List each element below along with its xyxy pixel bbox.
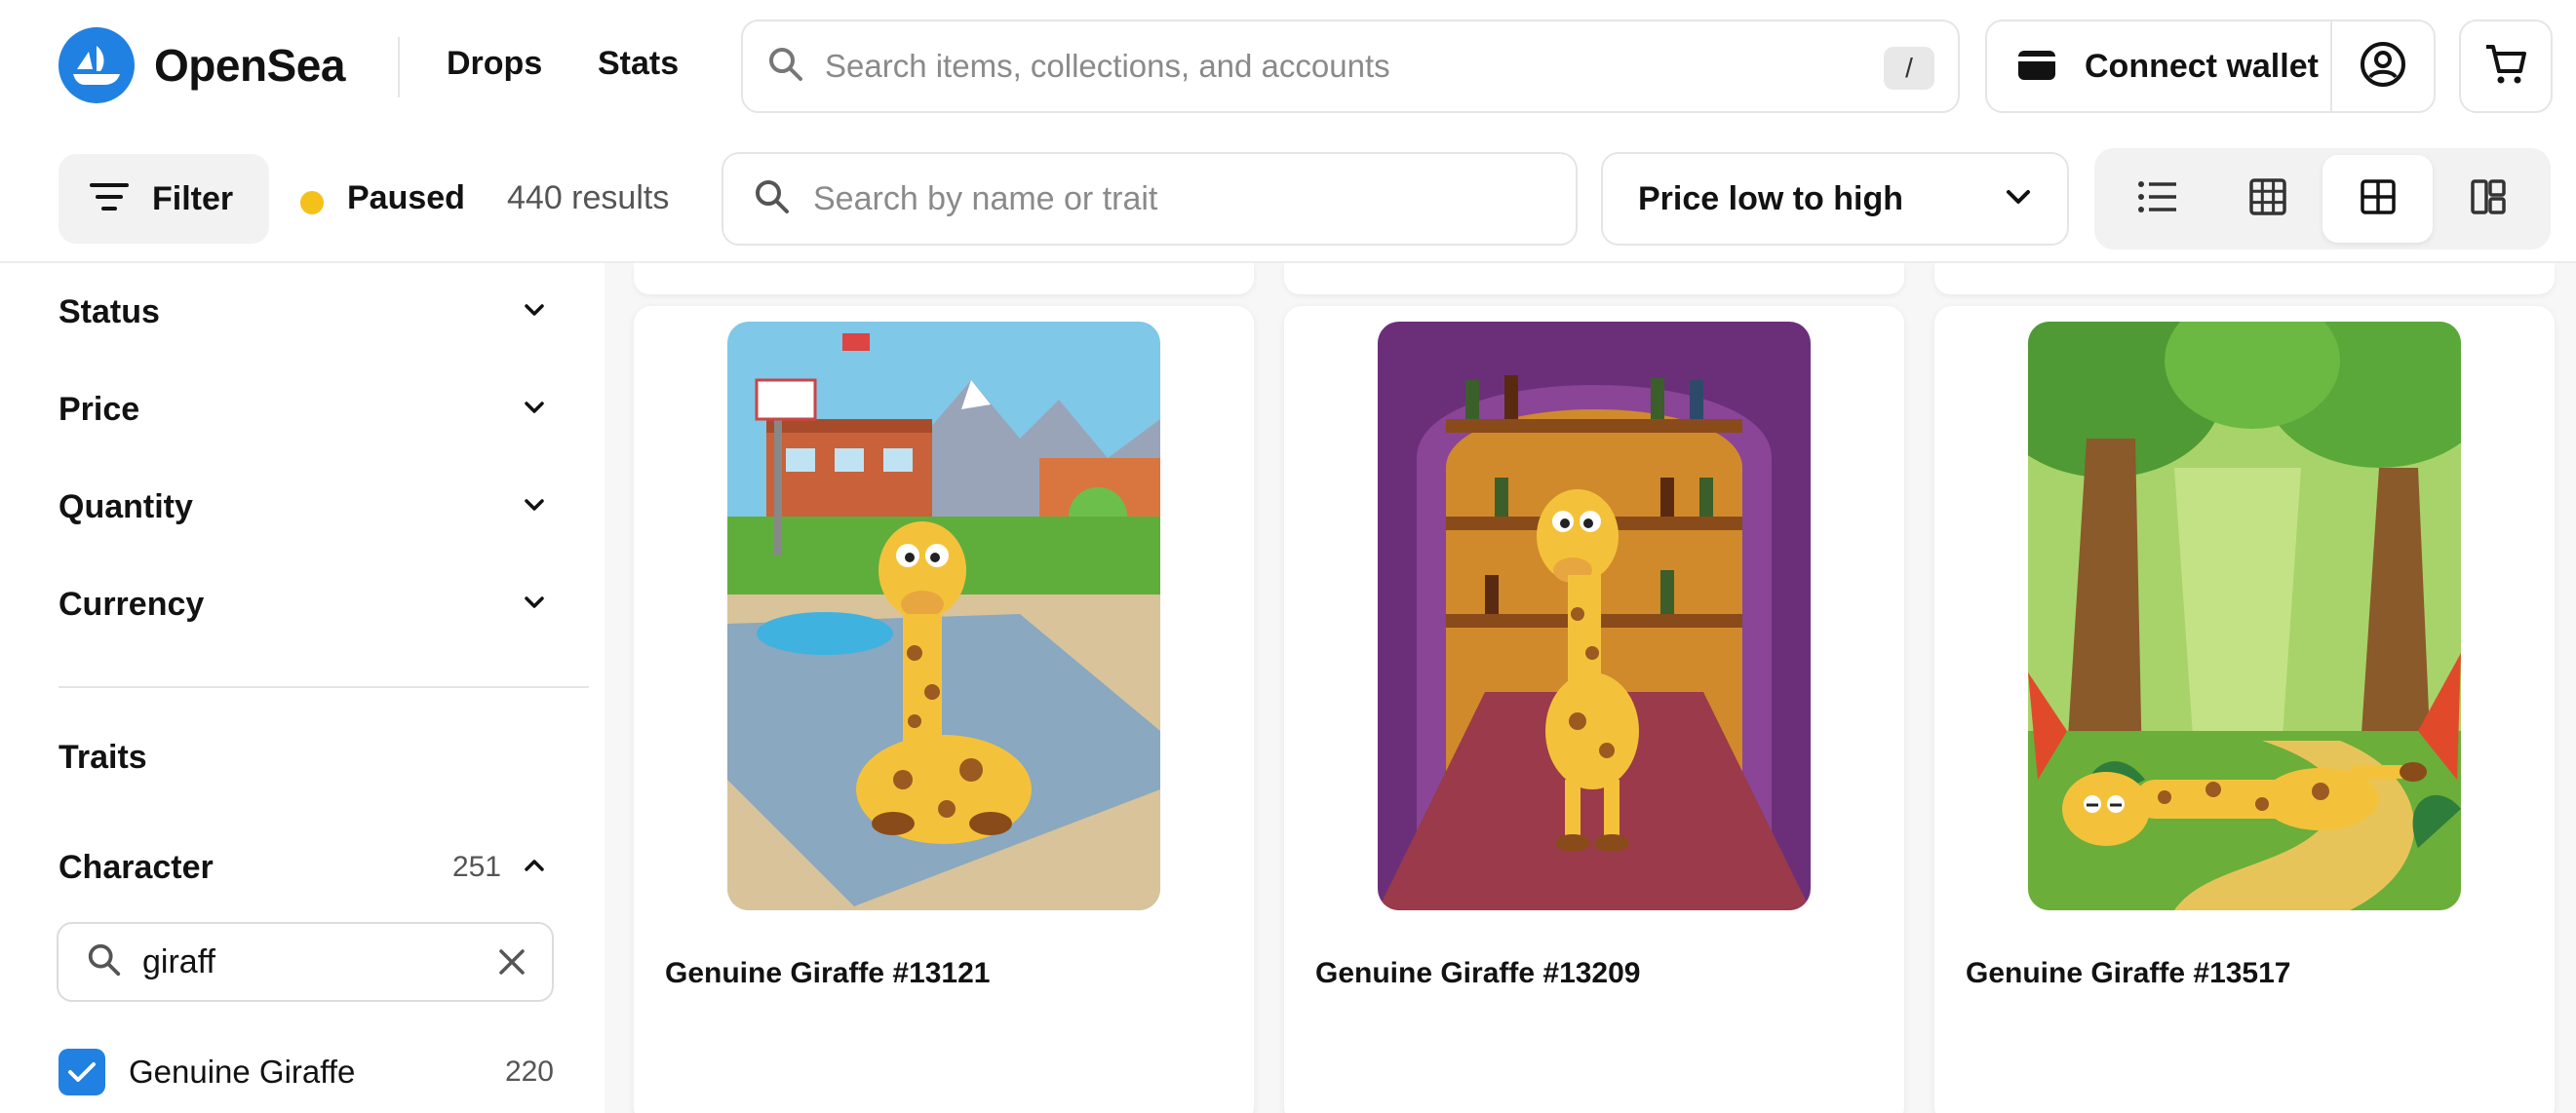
sort-selected-label: Price low to high	[1638, 179, 1904, 217]
item-image-giraffe-schoolyard[interactable]	[727, 322, 1160, 910]
trait-section-count: 251	[451, 851, 501, 883]
profile-button[interactable]	[2332, 21, 2434, 111]
trait-option-genuine-giraffe[interactable]: Genuine Giraffe 220	[59, 1045, 554, 1099]
filter-section-status[interactable]: Status	[59, 283, 546, 341]
view-large-grid-button[interactable]	[2433, 155, 2543, 243]
search-shortcut-key: /	[1884, 47, 1934, 90]
connect-wallet-label: Connect wallet	[2085, 47, 2319, 85]
item-title[interactable]: Genuine Giraffe #13121	[665, 957, 991, 990]
item-card[interactable]: Genuine Giraffe #13121	[634, 306, 1254, 1113]
connect-wallet-button[interactable]: Connect wallet	[1987, 21, 2332, 111]
filter-label: Filter	[152, 179, 234, 217]
item-title[interactable]: Genuine Giraffe #13209	[1315, 957, 1641, 990]
filter-section-label: Status	[59, 292, 160, 330]
nav-link-stats[interactable]: Stats	[598, 45, 679, 83]
wallet-group: Connect wallet	[1985, 19, 2436, 113]
global-search-input[interactable]	[825, 48, 1839, 85]
item-image-giraffe-wine-cellar[interactable]	[1378, 322, 1811, 910]
sort-dropdown[interactable]: Price low to high	[1601, 152, 2069, 246]
character-filter-box[interactable]	[57, 922, 554, 1002]
item-card[interactable]: Genuine Giraffe #13517	[1934, 306, 2555, 1113]
trait-search-box[interactable]	[722, 152, 1578, 246]
grid-icon	[2360, 178, 2397, 220]
view-list-button[interactable]	[2102, 155, 2212, 243]
trait-option-label: Genuine Giraffe	[129, 1054, 356, 1090]
chevron-down-icon	[523, 595, 546, 615]
filter-section-label: Currency	[59, 585, 205, 623]
filter-section-label: Price	[59, 390, 140, 428]
card-previous-row	[634, 263, 1254, 294]
brand-name: OpenSea	[154, 40, 345, 91]
view-mode-toggle	[2094, 148, 2551, 249]
trait-search-input[interactable]	[813, 179, 1554, 218]
search-icon	[86, 941, 123, 983]
results-count: 440 results	[507, 179, 670, 216]
global-search-box[interactable]: /	[741, 19, 1960, 113]
chevron-down-icon	[523, 497, 546, 518]
opensea-boat-icon	[59, 27, 135, 103]
filter-section-quantity[interactable]: Quantity	[59, 478, 546, 536]
account-icon	[2359, 40, 2407, 94]
view-grid-button[interactable]	[2322, 155, 2433, 243]
sidebar-divider	[59, 686, 589, 688]
chevron-down-icon	[2005, 188, 2032, 211]
filter-sidebar: Status Price Quantity Currency Traits Ch…	[0, 263, 605, 1113]
checkbox-checked[interactable]	[59, 1049, 105, 1095]
item-title[interactable]: Genuine Giraffe #13517	[1966, 957, 2291, 990]
list-view-icon	[2137, 179, 2178, 219]
item-image-giraffe-jungle[interactable]	[2028, 322, 2461, 910]
search-icon	[753, 177, 792, 221]
status-dot	[300, 191, 324, 214]
chevron-down-icon	[523, 302, 546, 323]
cart-icon	[2483, 42, 2528, 92]
nav-link-drops[interactable]: Drops	[447, 45, 542, 83]
filter-button[interactable]: Filter	[59, 154, 269, 244]
filter-lines-icon	[90, 181, 129, 217]
filter-section-label: Quantity	[59, 487, 193, 525]
chevron-down-icon	[523, 400, 546, 420]
top-navigation: OpenSea Drops Stats / Connect wallet	[0, 0, 2576, 133]
clear-icon[interactable]	[495, 945, 528, 983]
status-label: Paused	[347, 179, 465, 216]
filter-section-price[interactable]: Price	[59, 380, 546, 439]
dense-grid-icon	[2248, 177, 2287, 221]
trait-option-count: 220	[504, 1055, 554, 1088]
search-icon	[766, 45, 805, 89]
trait-section-label: Character	[59, 848, 214, 886]
view-dense-grid-button[interactable]	[2212, 155, 2322, 243]
item-card[interactable]: Genuine Giraffe #13209	[1284, 306, 1904, 1113]
trait-section-character[interactable]: Character 251	[59, 838, 546, 897]
wallet-icon	[2016, 47, 2057, 87]
character-filter-input[interactable]	[142, 942, 474, 981]
nav-divider	[398, 37, 400, 97]
masonry-grid-icon	[2470, 178, 2507, 220]
card-previous-row	[1284, 263, 1904, 294]
collection-toolbar: Filter Paused 440 results Price low to h…	[0, 133, 2576, 263]
traits-heading: Traits	[59, 739, 147, 776]
card-previous-row	[1934, 263, 2555, 294]
cart-button[interactable]	[2459, 19, 2553, 113]
chevron-up-icon	[523, 858, 546, 878]
opensea-logo[interactable]: OpenSea	[59, 27, 345, 103]
filter-section-currency[interactable]: Currency	[59, 575, 546, 633]
